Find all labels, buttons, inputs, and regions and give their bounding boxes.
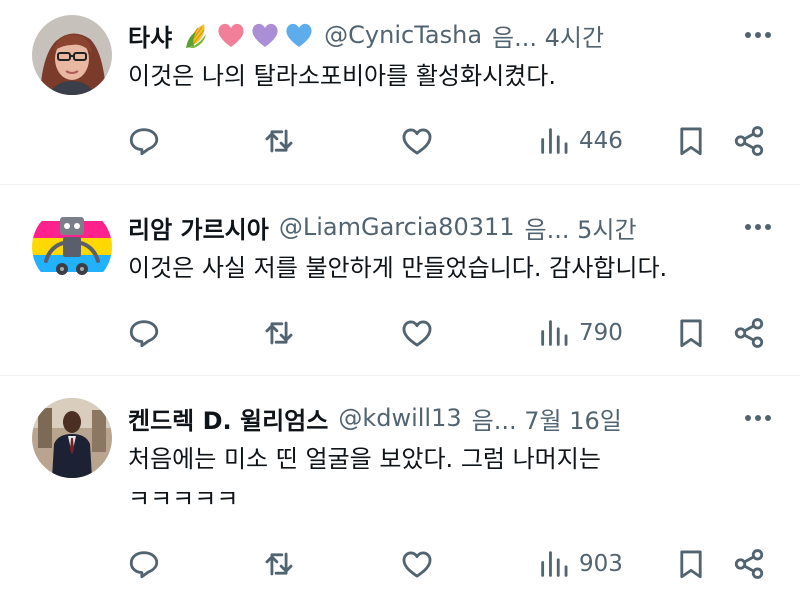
like-button[interactable]: [400, 309, 434, 357]
share-icon: [734, 549, 764, 579]
pink-heart-icon: [218, 23, 244, 47]
share-icon: [734, 126, 764, 156]
reply-icon: [129, 320, 159, 348]
bookmark-icon: [680, 319, 702, 348]
timestamp[interactable]: 음... 4시간: [492, 18, 604, 53]
heart-icon: [402, 551, 432, 578]
retweet-button[interactable]: [262, 309, 296, 357]
like-button[interactable]: [400, 540, 434, 588]
retweet-button[interactable]: [262, 540, 296, 588]
views-bar-chart-icon: [541, 128, 568, 154]
views-button[interactable]: 903: [537, 540, 623, 588]
tweet-header: 리암 가르시아 @LiamGarcia80311 음... 5시간: [128, 210, 740, 244]
more-options-button[interactable]: [740, 401, 776, 435]
views-button[interactable]: 790: [537, 309, 623, 357]
tweet-text: 이것은 나의 탈라소포비아를 활성화시켰다.: [128, 56, 740, 96]
reply-icon: [129, 128, 159, 156]
tweet[interactable]: 리암 가르시아 @LiamGarcia80311 음... 5시간 이것은 사실…: [0, 185, 800, 376]
avatar[interactable]: [32, 15, 112, 95]
reply-button[interactable]: [127, 540, 161, 588]
share-icon: [734, 318, 764, 348]
handle[interactable]: @LiamGarcia80311: [279, 213, 515, 241]
more-dots-icon: [745, 415, 771, 421]
views-button[interactable]: 446: [537, 117, 623, 165]
avatar[interactable]: [32, 398, 112, 478]
share-button[interactable]: [732, 117, 766, 165]
bookmark-button[interactable]: [674, 309, 708, 357]
blue-heart-icon: [286, 23, 312, 47]
share-button[interactable]: [732, 309, 766, 357]
tweet-text-line: 이것은 나의 탈라소포비아를 활성화시켰다.: [128, 62, 556, 90]
reply-button[interactable]: [127, 117, 161, 165]
tweet-text: 처음에는 미소 띤 얼굴을 보았다. 그럼 나머지는 ㅋㅋㅋㅋㅋ: [128, 439, 740, 519]
tweet-actions: 903: [0, 540, 800, 588]
avatar[interactable]: [32, 207, 112, 287]
reply-button[interactable]: [127, 309, 161, 357]
tweet-actions: 790: [0, 309, 800, 357]
display-name[interactable]: 리암 가르시아: [128, 210, 269, 245]
tweet-text: 이것은 사실 저를 불안하게 만들었습니다. 감사합니다.: [128, 248, 740, 288]
timestamp[interactable]: 음... 7월 16일: [472, 401, 622, 436]
view-count: 446: [579, 128, 623, 154]
views-bar-chart-icon: [541, 320, 568, 346]
tweet-actions: 446: [0, 117, 800, 165]
more-options-button[interactable]: [740, 210, 776, 244]
retweet-button[interactable]: [262, 117, 296, 165]
retweet-icon: [265, 129, 293, 153]
heart-icon: [402, 320, 432, 347]
heart-icon: [402, 128, 432, 155]
tweet-text-line: 이것은 사실 저를 불안하게 만들었습니다. 감사합니다.: [128, 254, 668, 282]
more-dots-icon: [745, 224, 771, 230]
timestamp[interactable]: 음... 5시간: [525, 210, 637, 245]
tweet-header: 타샤 @CynicTasha 음... 4시간: [128, 18, 740, 52]
corn-emoji-icon: [186, 24, 207, 48]
view-count: 790: [579, 320, 623, 346]
display-name[interactable]: 켄드렉 D. 윌리엄스: [128, 401, 328, 436]
purple-heart-icon: [252, 23, 278, 47]
share-button[interactable]: [732, 540, 766, 588]
bookmark-icon: [680, 550, 702, 579]
more-dots-icon: [745, 32, 771, 38]
tweet[interactable]: 켄드렉 D. 윌리엄스 @kdwill13 음... 7월 16일 처음에는 미…: [0, 376, 800, 595]
more-options-button[interactable]: [740, 18, 776, 52]
bookmark-icon: [680, 127, 702, 156]
tweet-header: 켄드렉 D. 윌리엄스 @kdwill13 음... 7월 16일: [128, 401, 740, 435]
tweet-text-line: ㅋㅋㅋㅋㅋ: [128, 485, 239, 513]
name-emojis: [182, 20, 314, 50]
retweet-icon: [265, 321, 293, 345]
like-button[interactable]: [400, 117, 434, 165]
bookmark-button[interactable]: [674, 540, 708, 588]
display-name[interactable]: 타샤: [128, 18, 172, 53]
handle[interactable]: @kdwill13: [338, 404, 461, 432]
handle[interactable]: @CynicTasha: [324, 21, 482, 49]
retweet-icon: [265, 552, 293, 576]
tweet[interactable]: 타샤 @CynicTasha 음... 4시간 이것은 나의 탈라소포비아를 활…: [0, 0, 800, 185]
bookmark-button[interactable]: [674, 117, 708, 165]
view-count: 903: [579, 551, 623, 577]
reply-icon: [129, 551, 159, 579]
views-bar-chart-icon: [541, 551, 568, 577]
tweet-text-line: 처음에는 미소 띤 얼굴을 보았다. 그럼 나머지는: [128, 445, 601, 473]
